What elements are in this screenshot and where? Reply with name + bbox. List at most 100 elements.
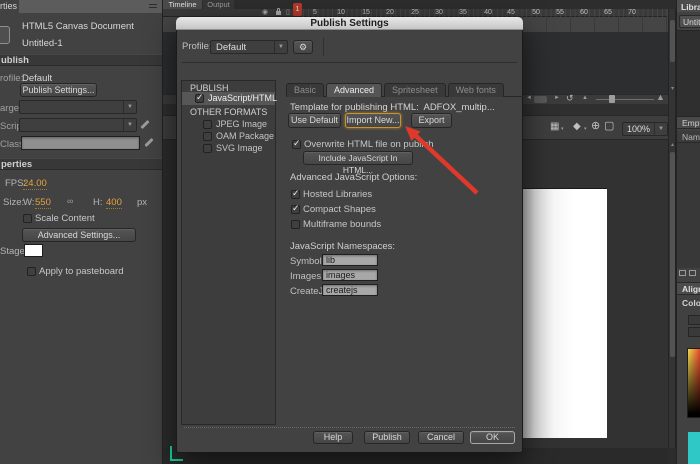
- images-field[interactable]: images: [322, 269, 378, 281]
- lock-icon[interactable]: [276, 8, 281, 15]
- color-picker-gradient[interactable]: [687, 348, 700, 418]
- color-tool-button[interactable]: [688, 327, 700, 337]
- scroll-down-icon[interactable]: ▲: [670, 85, 675, 91]
- other-formats-header: OTHER FORMATS: [190, 107, 268, 117]
- help-button[interactable]: Help: [313, 431, 353, 444]
- library-document-select[interactable]: Untitled-1: [679, 15, 700, 28]
- color-tab-label[interactable]: Color: [682, 298, 700, 308]
- center-frame-loop-icon[interactable]: ↺: [566, 93, 574, 104]
- document-name[interactable]: Untitled-1: [22, 38, 63, 49]
- stage-canvas[interactable]: [520, 188, 607, 438]
- multiframe-bounds-checkbox[interactable]: [291, 220, 300, 229]
- script-select[interactable]: ▼: [19, 118, 137, 132]
- ruler-number: 55: [556, 9, 564, 16]
- use-default-button[interactable]: Use Default: [288, 113, 341, 128]
- properties-panel: rties HTML5 Canvas Document Untitled-1 u…: [0, 0, 163, 464]
- wrench-icon[interactable]: [140, 119, 150, 130]
- height-value[interactable]: 400: [106, 197, 122, 209]
- dialog-title-bar[interactable]: Publish Settings: [176, 17, 523, 30]
- scale-content-checkbox[interactable]: [23, 214, 32, 223]
- color-swatch-cyan[interactable]: [688, 432, 700, 464]
- apply-pasteboard-checkbox[interactable]: [27, 267, 36, 276]
- clip-content-icon[interactable]: ▢: [604, 119, 614, 132]
- vertical-scrollbar[interactable]: ▲ ▲: [668, 9, 676, 448]
- tab-properties[interactable]: rties: [0, 0, 19, 13]
- hosted-libraries-label: Hosted Libraries: [303, 189, 373, 200]
- import-new-button[interactable]: Import New...: [345, 113, 401, 128]
- link-icon[interactable]: ∞: [67, 196, 73, 206]
- ruler-number: 70: [628, 9, 636, 16]
- gear-icon: ⚙: [298, 42, 308, 52]
- new-folder-icon[interactable]: [689, 270, 696, 276]
- ruler-number: 35: [459, 9, 467, 16]
- stage-zoom-select[interactable]: 100% ▼: [622, 122, 668, 136]
- format-svg-checkbox[interactable]: [203, 144, 212, 153]
- ruler-number: 25: [411, 9, 419, 16]
- eye-icon[interactable]: ◉: [262, 8, 268, 16]
- hscroll-thumb[interactable]: [534, 96, 547, 103]
- advanced-js-options-header: Advanced JavaScript Options:: [290, 172, 418, 183]
- vscroll-thumb[interactable]: [670, 20, 675, 62]
- scroll-right-icon[interactable]: ►: [554, 95, 560, 101]
- playhead[interactable]: 1: [293, 3, 302, 16]
- center-stage-icon[interactable]: ⊕: [591, 119, 600, 132]
- zoom-in-icon[interactable]: ▲: [656, 92, 665, 102]
- stage-color-swatch[interactable]: [24, 244, 43, 257]
- scroll-left-icon[interactable]: ◄: [526, 95, 532, 101]
- profile-label: rofile:: [0, 73, 24, 84]
- library-name-column-label: Name: [682, 132, 700, 142]
- ruler-number: 10: [337, 9, 345, 16]
- new-symbol-icon[interactable]: [679, 270, 686, 276]
- tab-web-fonts[interactable]: Web fonts: [447, 83, 504, 97]
- fps-value[interactable]: 24.00: [23, 178, 47, 190]
- scroll-up-icon[interactable]: ▲: [670, 142, 675, 148]
- overwrite-html-checkbox[interactable]: ✓: [292, 138, 301, 149]
- tab-spritesheet[interactable]: Spritesheet: [384, 83, 446, 97]
- target-select[interactable]: ▼: [19, 100, 137, 114]
- include-javascript-button[interactable]: Include JavaScript In HTML...: [303, 151, 413, 175]
- library-panel: Library Untitled-1 Empty library Name Al…: [676, 0, 700, 464]
- profile-options-button[interactable]: ⚙: [293, 40, 313, 54]
- library-document-label: Untitled-1: [683, 17, 700, 27]
- width-value[interactable]: 550: [35, 197, 51, 209]
- timeline-zoom-slider[interactable]: [609, 95, 615, 103]
- outline-icon[interactable]: ▯: [286, 8, 290, 16]
- edit-scene-caret-icon: ▾: [561, 126, 564, 132]
- publish-settings-button[interactable]: Publish Settings...: [20, 83, 97, 97]
- dialog-profile-value: Default: [216, 42, 247, 53]
- tab-timeline[interactable]: Timeline: [163, 0, 202, 9]
- document-type: HTML5 Canvas Document: [22, 21, 134, 32]
- tab-basic[interactable]: Basic: [286, 83, 325, 97]
- ok-button[interactable]: OK: [470, 431, 515, 444]
- format-jpeg-checkbox[interactable]: [203, 120, 212, 129]
- tab-output[interactable]: Output: [203, 0, 234, 9]
- class-field[interactable]: [21, 136, 140, 150]
- pencil-icon[interactable]: [144, 137, 154, 148]
- advanced-settings-button[interactable]: Advanced Settings...: [22, 228, 136, 242]
- edit-symbols-icon[interactable]: ◆: [573, 121, 581, 132]
- compact-shapes-checkbox[interactable]: ✓: [291, 203, 300, 214]
- color-tool-button[interactable]: [688, 315, 700, 325]
- scale-content-label: Scale Content: [35, 213, 95, 224]
- apply-pasteboard-label: Apply to pasteboard: [39, 266, 124, 277]
- section-header-publish[interactable]: ublish: [0, 54, 162, 66]
- section-header-properties[interactable]: perties: [0, 158, 162, 170]
- format-oam-checkbox[interactable]: [203, 132, 212, 141]
- tab-advanced[interactable]: Advanced: [326, 83, 383, 97]
- cancel-button[interactable]: Cancel: [418, 431, 464, 444]
- publish-button[interactable]: Publish: [364, 431, 410, 444]
- format-javascript-html-checkbox[interactable]: ✓: [195, 92, 204, 103]
- dialog-divider-vertical: [323, 38, 324, 56]
- edit-scene-icon[interactable]: ▦: [550, 121, 559, 132]
- library-list[interactable]: [677, 143, 700, 268]
- export-button[interactable]: Export: [411, 113, 452, 128]
- panel-menu-icon[interactable]: [149, 4, 157, 10]
- document-icon: [0, 26, 10, 44]
- dialog-profile-select[interactable]: Default ▼: [210, 40, 288, 54]
- hosted-libraries-checkbox[interactable]: ✓: [291, 188, 300, 199]
- zoom-out-icon[interactable]: ▲: [582, 95, 588, 101]
- symbols-field[interactable]: lib: [322, 254, 378, 266]
- vscroll-thumb[interactable]: [670, 152, 675, 357]
- createjs-field[interactable]: createjs: [322, 284, 378, 296]
- height-label: H:: [93, 197, 103, 208]
